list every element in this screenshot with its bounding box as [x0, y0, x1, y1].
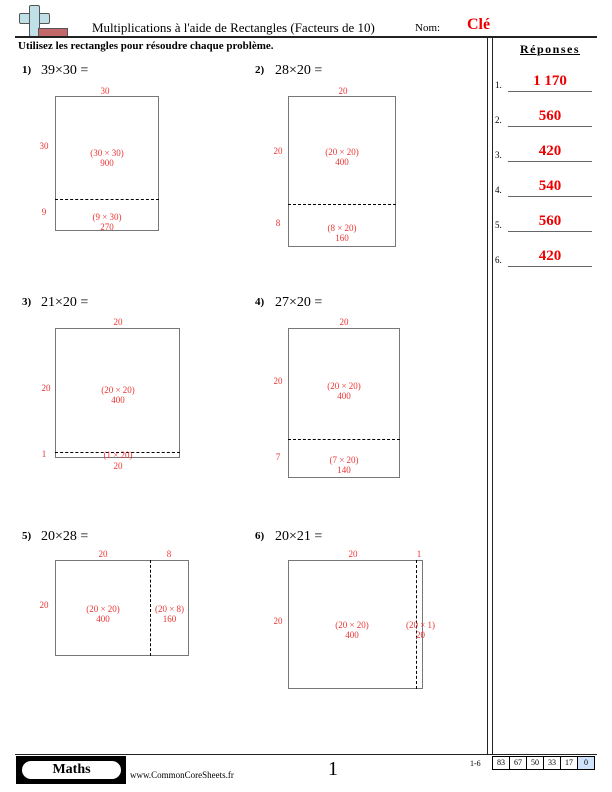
answer-number: 1.: [495, 80, 502, 90]
answer-number: 4.: [495, 185, 502, 195]
score-cell: 0: [578, 757, 594, 769]
left-label-a: 30: [39, 141, 49, 151]
split-line: [55, 199, 159, 200]
cell-a-expr: (20 × 20): [325, 147, 359, 157]
answer-line: [508, 266, 592, 267]
left-label-b: 8: [275, 218, 281, 228]
left-label-b: 9: [41, 207, 47, 217]
answer-value: 1 170: [533, 73, 567, 89]
answer-line: [508, 196, 592, 197]
problem-expression: 21×20 =: [41, 295, 89, 310]
left-label-b: 7: [275, 452, 281, 462]
score-range: 1-6: [470, 759, 481, 768]
cell-b-expr: (9 × 30): [92, 212, 122, 222]
cell-a-expr: (20 × 20): [86, 604, 120, 614]
problem-expression: 20×28 =: [41, 529, 89, 544]
cell-a-expr: (20 × 20): [101, 385, 135, 395]
left-label-b: 1: [41, 449, 47, 459]
answer-line: [508, 126, 592, 127]
left-label-a: 20: [41, 383, 51, 393]
subject-badge: Maths: [20, 759, 123, 781]
worksheet-title: Multiplications à l'aide de Rectangles (…: [92, 20, 375, 35]
cell-b-value: 160: [162, 614, 177, 624]
answers-title: Réponses: [520, 42, 581, 56]
top-label: 20: [338, 86, 348, 96]
top-label-b: 8: [166, 549, 172, 559]
score-cell: 67: [510, 757, 527, 769]
split-line: [288, 204, 396, 205]
name-label: Nom:: [415, 22, 441, 34]
cell-b-expr: (20 × 1): [405, 620, 436, 630]
score-cell: 17: [561, 757, 578, 769]
problem-number: 6): [255, 530, 265, 542]
cell-b-expr: (1 × 20): [103, 450, 133, 460]
left-label: 20: [39, 600, 49, 610]
cell-a-expr: (20 × 20): [327, 381, 361, 391]
answer-value: 420: [538, 248, 562, 264]
cell-a-value: 400: [345, 630, 359, 640]
answer-number: 6.: [495, 255, 502, 265]
score-cell: 50: [527, 757, 544, 769]
answer-line: [508, 231, 592, 232]
left-label-a: 20: [273, 376, 283, 386]
answer-value: 540: [538, 178, 562, 194]
answer-column-divider: [487, 37, 493, 754]
problem-number: 2): [255, 64, 265, 76]
name-value: Clé: [467, 16, 491, 33]
top-label: 20: [113, 317, 123, 327]
problem-number: 1): [22, 64, 32, 76]
top-label-a: 20: [348, 549, 358, 559]
header-divider: [15, 36, 597, 38]
left-label-a: 20: [273, 146, 283, 156]
cell-b-value: 20: [113, 461, 123, 471]
cell-b-expr: (8 × 20): [327, 223, 357, 233]
answer-line: [508, 161, 592, 162]
top-label-a: 20: [98, 549, 108, 559]
top-label-b: 1: [416, 549, 422, 559]
answer-value: 560: [538, 213, 562, 229]
split-line: [288, 439, 400, 440]
cell-a-value: 400: [335, 157, 349, 167]
cell-a-expr: (30 × 30): [90, 148, 124, 158]
answer-value: 560: [538, 108, 562, 124]
cell-b-value: 20: [416, 630, 425, 640]
footer-divider: [15, 754, 597, 755]
problem-number: 5): [22, 530, 32, 542]
problem-number: 3): [22, 296, 32, 308]
cell-a-expr: (20 × 20): [335, 620, 369, 630]
problem-expression: 20×21 =: [275, 529, 323, 544]
problem-expression: 28×20 =: [275, 63, 323, 78]
top-label: 20: [339, 317, 349, 327]
cell-a-value: 400: [96, 614, 110, 624]
cell-a-value: 400: [111, 395, 125, 405]
score-cell: 33: [544, 757, 561, 769]
cell-b-value: 140: [337, 465, 351, 475]
site-url: www.CommonCoreSheets.fr: [130, 770, 234, 780]
cell-b-expr: (7 × 20): [329, 455, 359, 465]
answer-number: 2.: [495, 115, 502, 125]
page-number: 1: [328, 758, 338, 780]
score-cell: 83: [493, 757, 510, 769]
top-label: 30: [100, 86, 110, 96]
instructions: Utilisez les rectangles pour résoudre ch…: [18, 40, 274, 52]
answer-number: 5.: [495, 220, 502, 230]
left-label: 20: [273, 616, 283, 626]
cell-b-value: 160: [335, 233, 349, 243]
cell-a-value: 900: [100, 158, 114, 168]
problem-expression: 39×30 =: [41, 63, 89, 78]
cell-a-value: 400: [337, 391, 351, 401]
answer-line: [508, 91, 592, 92]
score-table: 83 67 50 33 17 0: [492, 756, 595, 770]
answer-value: 420: [538, 143, 562, 159]
problem-expression: 27×20 =: [275, 295, 323, 310]
answer-number: 3.: [495, 150, 502, 160]
cell-b-value: 270: [100, 222, 114, 232]
cell-b-expr: (20 × 8): [154, 604, 185, 614]
problem-number: 4): [255, 296, 265, 308]
